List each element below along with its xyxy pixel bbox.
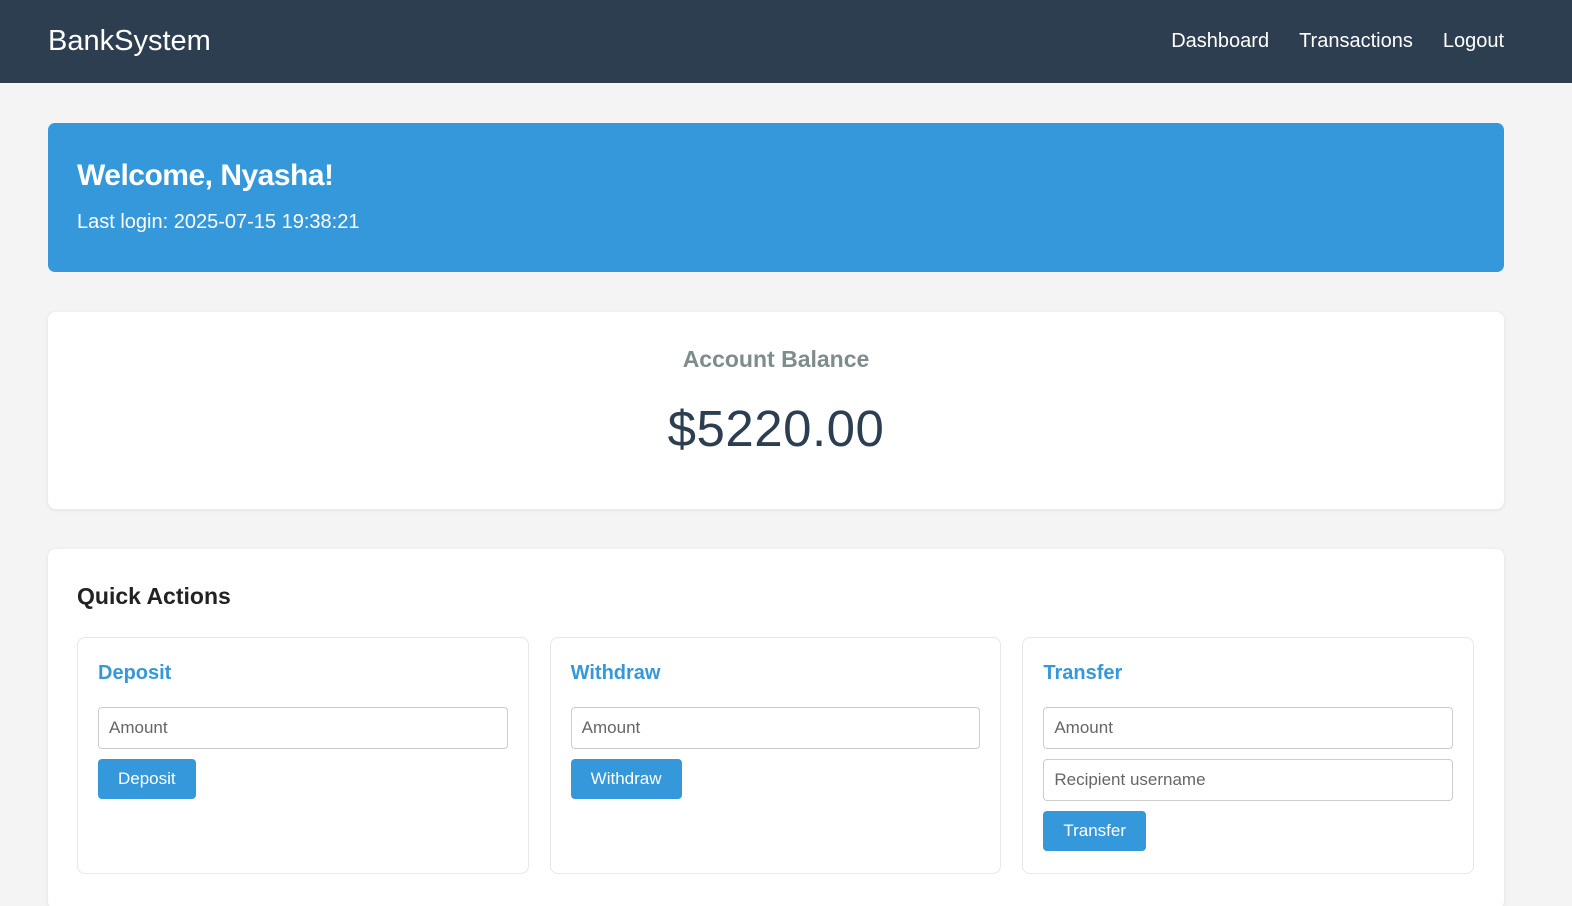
welcome-banner: Welcome, Nyasha! Last login: 2025-07-15 … <box>48 123 1504 272</box>
quick-actions-grid: Deposit Deposit Withdraw Withdraw Transf… <box>77 637 1475 874</box>
brand-logo[interactable]: BankSystem <box>48 25 211 58</box>
balance-card: Account Balance $5220.00 <box>48 312 1504 509</box>
deposit-button[interactable]: Deposit <box>98 759 196 799</box>
withdraw-panel: Withdraw Withdraw <box>549 637 1002 874</box>
deposit-panel: Deposit Deposit <box>77 637 529 874</box>
withdraw-amount-input[interactable] <box>570 707 981 749</box>
transfer-title: Transfer <box>1043 662 1123 684</box>
last-login-text: Last login: 2025-07-15 19:38:21 <box>77 211 360 233</box>
quick-actions-card: Quick Actions Deposit Deposit Withdraw W… <box>48 549 1504 906</box>
nav-links: Dashboard Transactions Logout <box>1171 30 1504 53</box>
main-content: Welcome, Nyasha! Last login: 2025-07-15 … <box>0 83 1572 906</box>
withdraw-button[interactable]: Withdraw <box>570 759 682 799</box>
nav-link-dashboard[interactable]: Dashboard <box>1171 30 1269 53</box>
withdraw-title: Withdraw <box>570 662 661 684</box>
deposit-amount-input[interactable] <box>98 707 508 749</box>
welcome-greeting: Welcome, Nyasha! <box>77 159 334 192</box>
balance-amount: $5220.00 <box>667 400 885 457</box>
navbar: BankSystem Dashboard Transactions Logout <box>0 0 1572 83</box>
nav-link-logout[interactable]: Logout <box>1443 30 1504 53</box>
balance-title: Account Balance <box>682 346 870 372</box>
transfer-button[interactable]: Transfer <box>1043 811 1147 851</box>
nav-link-transactions[interactable]: Transactions <box>1299 30 1413 53</box>
transfer-recipient-input[interactable] <box>1043 759 1454 801</box>
deposit-title: Deposit <box>98 662 172 684</box>
transfer-panel: Transfer Transfer <box>1022 637 1475 874</box>
quick-actions-title: Quick Actions <box>77 583 231 609</box>
transfer-amount-input[interactable] <box>1043 707 1454 749</box>
